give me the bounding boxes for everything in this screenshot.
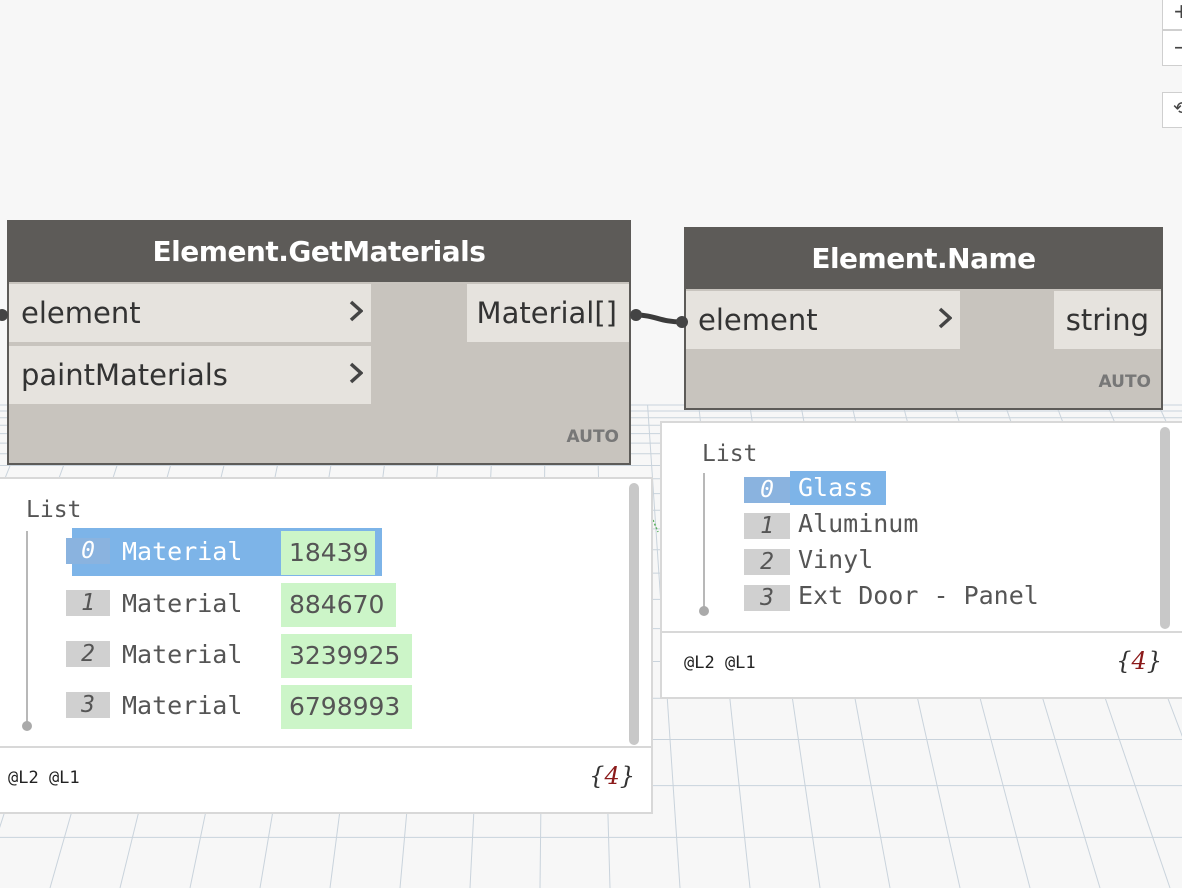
list-item-text[interactable]: Material (114, 638, 242, 672)
node-title[interactable]: Element.GetMaterials (9, 222, 629, 282)
tree-end-dot (22, 721, 32, 731)
zoom-in-button[interactable]: + (1162, 0, 1182, 30)
count-brace-close: } (1146, 647, 1162, 675)
preview-scrollbar[interactable] (1160, 427, 1170, 629)
zoom-out-button[interactable]: − (1162, 30, 1182, 66)
input-port-element[interactable]: element (686, 291, 960, 349)
element-id-link[interactable]: 18439 (281, 531, 375, 575)
preview-bubble-element-name[interactable]: List 0 Glass 1 Aluminum 2 Vinyl 3 Ext Do… (660, 421, 1182, 699)
lacing-indicator[interactable]: AUTO (1099, 372, 1152, 392)
preview-bubble-getmaterials[interactable]: List 0 Material 18439 1 Material 884670 … (0, 477, 653, 814)
list-count: {4} (1116, 647, 1162, 675)
tree-line (703, 473, 705, 611)
list-item-text[interactable]: Aluminum (790, 507, 918, 541)
list-item-index: 3 (66, 692, 110, 718)
input-port-label: element (698, 303, 818, 337)
preview-footer: @L2 @L1 {4} (662, 631, 1182, 697)
list-item-text[interactable]: Vinyl (790, 543, 873, 577)
list-item-index: 3 (744, 585, 790, 611)
node-title[interactable]: Element.Name (686, 229, 1161, 289)
output-port-label: Material[] (476, 296, 617, 330)
node-element-name[interactable]: Element.Name element string AUTO (684, 227, 1163, 410)
tree-line (26, 531, 28, 725)
zoom-fit-button[interactable]: ⟲ (1162, 92, 1182, 128)
list-item-text[interactable]: Ext Door - Panel (790, 579, 1039, 613)
output-port-connector-dot[interactable] (630, 309, 642, 321)
count-brace-open: { (1116, 647, 1132, 675)
list-item-index: 1 (66, 590, 110, 616)
list-label: List (26, 497, 82, 523)
count-number: 4 (1131, 647, 1147, 675)
list-item-index: 0 (66, 538, 110, 564)
list-levels[interactable]: @L2 @L1 (684, 653, 756, 673)
node-element-getmaterials[interactable]: Element.GetMaterials element paintMateri… (7, 220, 631, 465)
list-item-index: 2 (66, 641, 110, 667)
count-number: 4 (604, 762, 620, 790)
list-levels[interactable]: @L2 @L1 (8, 768, 80, 788)
count-brace-open: { (589, 762, 605, 790)
list-item-text[interactable]: Material (114, 535, 242, 569)
input-port-connector-dot[interactable] (676, 316, 688, 328)
preview-scrollbar[interactable] (629, 483, 639, 745)
list-count: {4} (589, 762, 635, 790)
count-brace-close: } (619, 762, 635, 790)
input-port-label: paintMaterials (21, 358, 228, 392)
list-item-text[interactable]: Glass (790, 471, 886, 505)
output-port-materials[interactable]: Material[] (467, 284, 629, 342)
preview-footer: @L2 @L1 {4} (0, 746, 651, 812)
chevron-right-icon (938, 307, 952, 329)
input-port-paintmaterials[interactable]: paintMaterials (9, 346, 371, 404)
list-item-index: 2 (744, 549, 790, 575)
element-id-link[interactable]: 884670 (281, 583, 396, 627)
chevron-right-icon (349, 300, 363, 322)
list-item-index: 0 (744, 477, 790, 503)
output-port-label: string (1065, 303, 1149, 337)
element-id-link[interactable]: 3239925 (281, 634, 412, 678)
input-port-label: element (21, 296, 141, 330)
input-port-element[interactable]: element (9, 284, 371, 342)
element-id-link[interactable]: 6798993 (281, 685, 412, 729)
list-item-text[interactable]: Material (114, 689, 242, 723)
output-port-string[interactable]: string (1054, 291, 1161, 349)
list-item-text[interactable]: Material (114, 587, 242, 621)
list-item-index: 1 (744, 513, 790, 539)
chevron-right-icon (349, 362, 363, 384)
lacing-indicator[interactable]: AUTO (567, 427, 620, 447)
tree-end-dot (699, 606, 709, 616)
list-label: List (702, 441, 758, 467)
